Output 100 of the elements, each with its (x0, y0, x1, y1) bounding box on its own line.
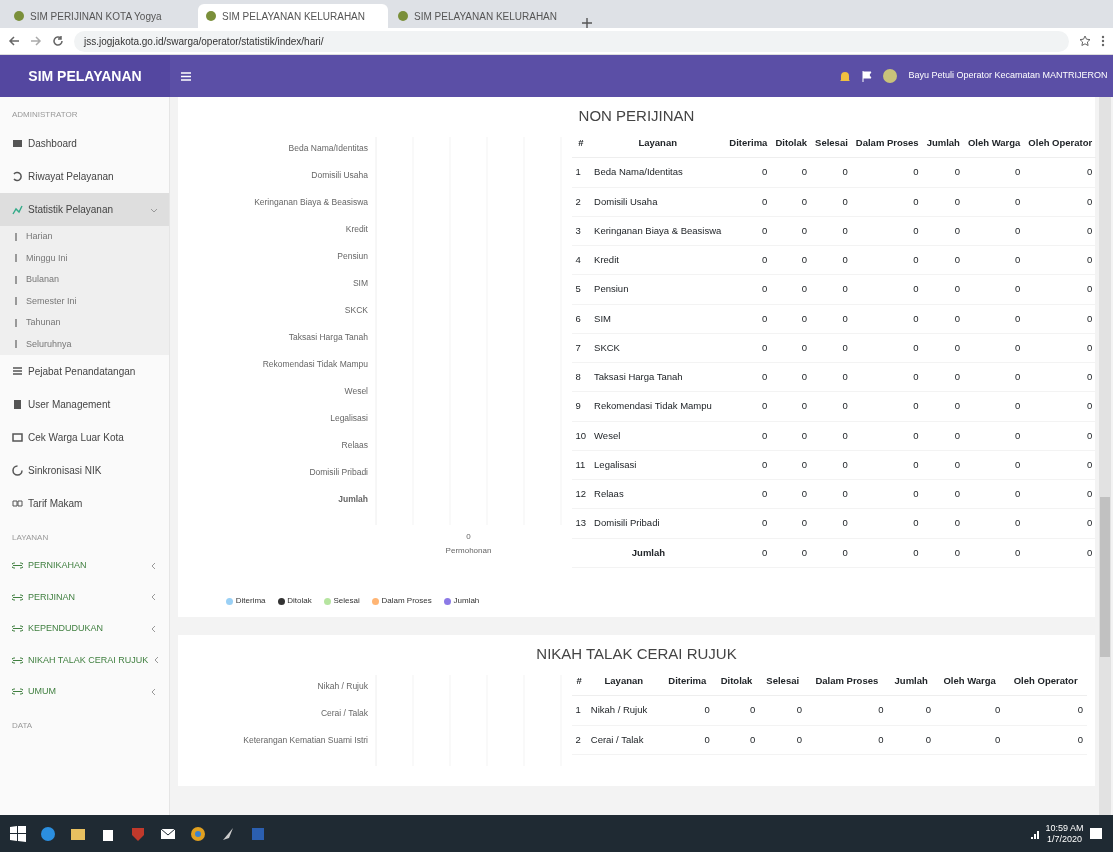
shield-icon[interactable] (130, 825, 146, 842)
table-cell: 0 (806, 695, 888, 725)
scrollbar-thumb[interactable] (1100, 497, 1110, 657)
axis-label: Jumlah (338, 494, 368, 504)
sidebar-item[interactable]: UMUM (0, 676, 169, 708)
submenu-item[interactable]: Bulanan (0, 269, 169, 291)
column-header: Layanan (590, 129, 726, 158)
sidebar-item[interactable]: Riwayat Pelayanan (0, 160, 169, 193)
column-header: Ditolak (713, 667, 760, 696)
table-cell: 0 (660, 695, 714, 725)
table-cell: 0 (1024, 187, 1097, 217)
sidebar-item[interactable]: User Management (0, 388, 169, 421)
table-cell: 0 (1004, 725, 1087, 755)
table-cell: 0 (963, 421, 1025, 451)
table-cell: 0 (1024, 450, 1097, 480)
legend-item[interactable]: Jumlah (443, 595, 480, 607)
table-cell: 0 (811, 508, 852, 538)
sidebar-item[interactable]: Cek Warga Luar Kota (0, 421, 169, 454)
axis-label: Kredit (345, 224, 368, 234)
new-tab-icon (582, 18, 592, 28)
star-icon[interactable] (1079, 35, 1091, 47)
user-name[interactable]: Bayu Petuli Operator Kecamatan MANTRIJERON (908, 69, 1108, 83)
menu-item-icon (12, 399, 23, 410)
table-cell: 0 (811, 362, 852, 392)
table-cell: 0 (851, 216, 923, 246)
table-cell: 0 (660, 725, 714, 755)
table-cell: 0 (922, 187, 964, 217)
windows-icon[interactable] (10, 825, 26, 842)
table-cell: 0 (1024, 333, 1097, 363)
axis-label: Domisili Usaha (311, 170, 368, 180)
browser-icon[interactable] (40, 825, 56, 842)
sidebar-item[interactable]: Statistik Pelayanan (0, 193, 169, 226)
submenu-item[interactable]: Minggu Ini (0, 247, 169, 269)
back-icon[interactable] (8, 35, 20, 47)
section-heading: DATA (11, 719, 34, 732)
table-cell: 0 (771, 304, 812, 334)
table-cell: 0 (725, 421, 772, 451)
chrome-icon[interactable] (190, 825, 206, 842)
axis-label: Relaas (341, 440, 368, 450)
column-header: Selesai (759, 667, 807, 696)
app-brand[interactable]: SIM PELAYANAN (0, 55, 170, 97)
browser-tab[interactable]: SIM PELAYANAN KELURAHAN (198, 4, 388, 28)
table-cell: 0 (811, 274, 852, 304)
bell-icon[interactable] (839, 69, 852, 83)
menu-item-icon (12, 432, 23, 443)
axis-label: Rekomendasi Tidak Mampu (262, 359, 368, 369)
table-cell: 0 (725, 479, 772, 509)
bullet-icon (14, 317, 18, 328)
sidebar-item[interactable]: Dashboard (0, 127, 169, 160)
legend-item[interactable]: Diterima (226, 595, 266, 607)
link-icon (12, 623, 23, 635)
table-cell: 0 (922, 245, 964, 275)
menu-icon[interactable] (181, 71, 191, 81)
table-cell: 0 (1004, 695, 1087, 725)
table-cell: 0 (887, 695, 935, 725)
table-cell: 0 (725, 450, 772, 480)
link-icon (12, 560, 23, 572)
table-cell: 0 (1024, 362, 1097, 392)
axis-label: Cerai / Talak (320, 708, 368, 718)
browser-tab[interactable]: SIM PELAYANAN KELURAHAN (390, 4, 580, 28)
sidebar-item[interactable]: PERNIKAHAN (0, 550, 169, 582)
submenu-item[interactable]: Harian (0, 226, 169, 248)
menu-icon[interactable] (1101, 35, 1105, 47)
sidebar-item[interactable]: Tarif Makam (0, 487, 169, 520)
browser-tab[interactable]: SIM PERIJINAN KOTA Yogya (6, 4, 196, 28)
legend-item[interactable]: Selesai (323, 595, 360, 607)
table-cell: 0 (771, 245, 812, 275)
table-cell: 0 (963, 245, 1025, 275)
column-header: Dalam Proses (851, 129, 923, 158)
address-field[interactable]: jss.jogjakota.go.id/swarga/operator/statistik/index/hari/ (74, 30, 1069, 52)
sidebar-item[interactable]: Pejabat Penandatangan (0, 355, 169, 388)
table-cell: 0 (963, 333, 1025, 363)
table-cell: 0 (963, 362, 1025, 392)
table-cell: 0 (771, 479, 812, 509)
flag-icon[interactable] (862, 70, 873, 82)
table-cell: 0 (851, 362, 923, 392)
table-cell: 4 (571, 245, 591, 275)
table-cell: 0 (851, 304, 923, 334)
column-header: Oleh Warga (963, 129, 1025, 158)
clock[interactable]: 10:59 AM 1/7/2020 (1045, 822, 1084, 845)
column-header: Oleh Operator (1024, 129, 1097, 158)
legend-item[interactable]: Dalam Proses (371, 595, 432, 607)
table-cell: 0 (771, 216, 812, 246)
table-cell: 0 (771, 391, 812, 421)
reload-icon[interactable] (52, 35, 64, 47)
avatar-icon[interactable] (883, 69, 898, 83)
legend-item[interactable]: Ditolak (277, 595, 312, 607)
sidebar-item[interactable]: NIKAH TALAK CERAI RUJUK (0, 644, 169, 676)
table-cell: 0 (851, 450, 923, 480)
submenu-item[interactable]: Tahunan (0, 312, 169, 334)
axis-label: Wesel (344, 386, 368, 396)
table-cell: 0 (963, 538, 1025, 568)
sidebar-item[interactable]: Sinkronisasi NIK (0, 454, 169, 487)
table-cell: Legalisasi (590, 450, 726, 480)
table-cell: 0 (851, 274, 923, 304)
sidebar-item[interactable]: PERIJINAN (0, 581, 169, 613)
submenu-item[interactable]: Seluruhnya (0, 333, 169, 355)
table-cell: 1 (571, 157, 591, 187)
submenu-item[interactable]: Semester Ini (0, 290, 169, 312)
sidebar-item[interactable]: KEPENDUDUKAN (0, 613, 169, 645)
